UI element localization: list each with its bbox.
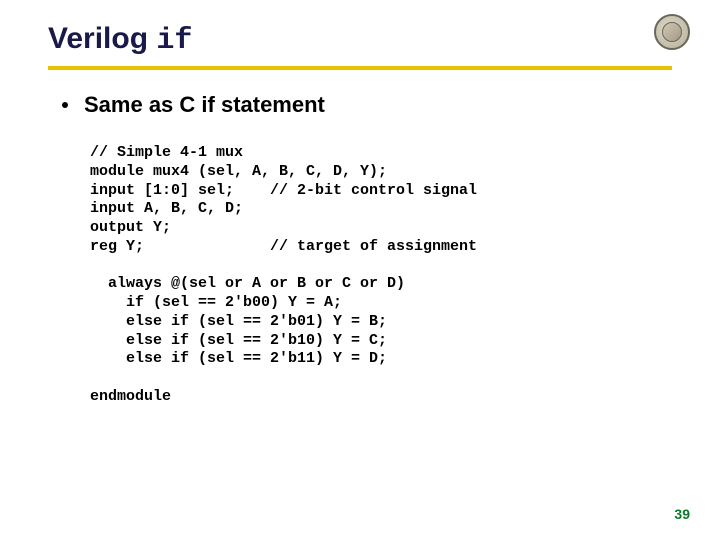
bullet-text: Same as C if statement [84, 92, 325, 118]
bullet-item: Same as C if statement [62, 92, 672, 118]
bullet-dot-icon [62, 102, 68, 108]
title-text: Verilog [48, 22, 156, 55]
code-block: // Simple 4-1 mux module mux4 (sel, A, B… [90, 144, 672, 407]
slide-content: Verilog if Same as C if statement // Sim… [0, 0, 720, 407]
slide-title: Verilog if [48, 22, 672, 66]
logo-seal [654, 14, 690, 50]
page-number: 39 [674, 506, 690, 522]
logo-inner [662, 22, 682, 42]
title-underline [48, 66, 672, 70]
title-keyword: if [156, 24, 192, 58]
